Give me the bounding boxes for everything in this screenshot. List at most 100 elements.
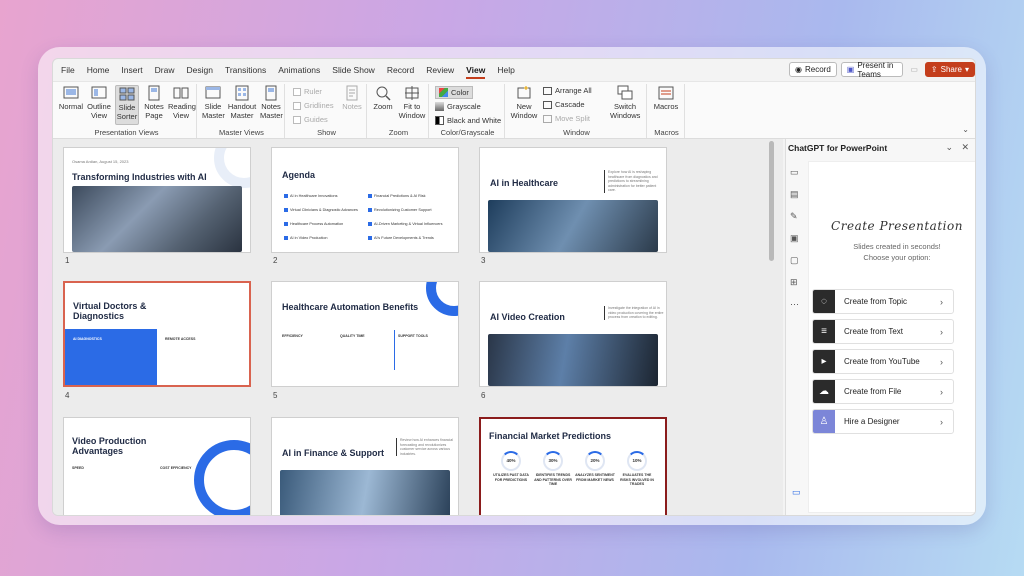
notes-page-button[interactable]: Notes Page <box>143 85 165 120</box>
slide-photo <box>72 186 242 252</box>
guides-checkbox[interactable]: Guides <box>293 115 328 124</box>
fit-to-window-label: Fit to Window <box>398 102 426 120</box>
slide-master-button[interactable]: Slide Master <box>201 85 225 120</box>
slide-thumbnail[interactable]: AI in Healthcare Explore how AI is resha… <box>479 147 667 253</box>
cascade-button[interactable]: Cascade <box>543 100 585 109</box>
slide-thumbnail[interactable]: Healthcare Automation Benefits EFFICIENC… <box>271 281 459 387</box>
slide-thumbnail[interactable]: AI in Finance & Support Review how AI en… <box>271 417 459 515</box>
normal-view-button[interactable]: Normal <box>59 85 83 111</box>
document-icon[interactable]: ▤ <box>790 189 800 199</box>
slide-label: REMOTE ACCESS <box>165 337 196 341</box>
group-master-views: Slide Master Handout Master Notes Master… <box>199 84 285 138</box>
pen-icon[interactable]: ✎ <box>790 211 800 221</box>
notes-master-button[interactable]: Notes Master <box>259 85 283 120</box>
macros-button[interactable]: Macros <box>651 85 681 111</box>
handout-master-button[interactable]: Handout Master <box>227 85 257 120</box>
new-window-label: New Window <box>510 102 538 120</box>
new-window-button[interactable]: New Window <box>509 85 539 120</box>
notes-page-label: Notes Page <box>144 102 164 120</box>
notes-page-icon <box>148 85 160 101</box>
vertical-scrollbar[interactable] <box>769 141 774 261</box>
present-in-teams-button[interactable]: ▣ Present in Teams <box>840 61 904 79</box>
share-button[interactable]: ⇪ Share ▾ <box>924 62 975 77</box>
slide-sorter-label: Slide Sorter <box>116 103 138 121</box>
gridlines-checkbox[interactable]: Gridlines <box>293 101 334 110</box>
stat-item: 30% IDENTIFIES TRENDS AND PATTERNS OVER … <box>533 451 573 487</box>
create-from-youtube-button[interactable]: ▸ Create from YouTube › <box>812 349 954 374</box>
create-presentation-heading: Create Presentation <box>831 219 963 233</box>
fit-to-window-button[interactable]: Fit to Window <box>397 85 427 120</box>
notes-master-icon <box>265 85 277 101</box>
slide-column-heading: EFFICIENCY <box>282 334 303 338</box>
share-label: Share <box>940 65 962 74</box>
switch-windows-icon <box>617 85 633 100</box>
move-split-label: Move Split <box>555 114 591 123</box>
menu-transitions[interactable]: Transitions <box>219 59 272 81</box>
image-icon[interactable]: ▣ <box>790 233 800 243</box>
arrange-all-button[interactable]: Arrange All <box>543 86 592 95</box>
slide-thumbnail[interactable]: AI Video Creation Investigate the integr… <box>479 281 667 387</box>
create-presentation-hero: Create Presentation Slides created in se… <box>822 219 972 263</box>
menu-help[interactable]: Help <box>491 59 520 81</box>
menu-record[interactable]: Record <box>381 59 420 81</box>
switch-windows-button[interactable]: Switch Windows <box>607 85 643 120</box>
menu-draw[interactable]: Draw <box>149 59 181 81</box>
panel-title: ChatGPT for PowerPoint <box>788 143 888 153</box>
notes-button[interactable]: Notes <box>341 85 363 111</box>
create-from-text-button[interactable]: ≡ Create from Text › <box>812 319 954 344</box>
menu-review[interactable]: Review <box>420 59 460 81</box>
reading-view-button[interactable]: Reading View <box>167 85 196 120</box>
agenda-item: AI's Future Developments & Trends <box>368 236 434 240</box>
option-label: Create from Text <box>844 327 903 336</box>
menu-slide-show[interactable]: Slide Show <box>326 59 381 81</box>
slide-number: 5 <box>273 391 278 400</box>
presentation-icon[interactable]: ▭ <box>790 167 800 177</box>
ruler-checkbox[interactable]: Ruler <box>293 87 322 96</box>
agenda-item: Healthcare Process Automation <box>284 222 343 226</box>
slide-thumbnail[interactable]: Osama Ardian, August 15, 2023 Transformi… <box>63 147 251 253</box>
menu-animations[interactable]: Animations <box>272 59 326 81</box>
normal-label: Normal <box>58 102 84 111</box>
feedback-icon[interactable]: ▭ <box>792 487 801 498</box>
grayscale-button[interactable]: Grayscale <box>435 102 481 111</box>
slide-thumbnail[interactable]: Agenda AI in Healthcare Innovations Virt… <box>271 147 459 253</box>
stat-label: EVALUATES THE RISKS INVOLVED IN TRADES <box>620 473 654 486</box>
collapse-ribbon-icon[interactable]: ⌄ <box>962 125 969 134</box>
agenda-item: Virtual Clinicians & Diagnostic Advances <box>284 208 358 212</box>
hire-designer-button[interactable]: ♙ Hire a Designer › <box>812 409 954 434</box>
panel-side-toolbar: ▭ ▤ ✎ ▣ ▢ ⊞ ⋯ <box>790 167 804 321</box>
add-image-icon[interactable]: ⊞ <box>790 277 800 287</box>
chevron-down-icon[interactable]: ⌄ <box>945 142 953 153</box>
menu-home[interactable]: Home <box>81 59 116 81</box>
outline-view-button[interactable]: Outline View <box>87 85 111 120</box>
menu-design[interactable]: Design <box>181 59 219 81</box>
record-button[interactable]: ◉ Record <box>789 62 837 77</box>
menu-view[interactable]: View <box>460 59 491 81</box>
cascade-icon <box>543 100 552 109</box>
agenda-item: AI-Driven Marketing & Virtual Influencer… <box>368 222 443 226</box>
create-from-topic-button[interactable]: ◌ Create from Topic › <box>812 289 954 314</box>
close-icon[interactable]: ✕ <box>961 142 969 153</box>
slide-title: Financial Market Predictions <box>489 431 612 441</box>
slide-sorter-button[interactable]: Slide Sorter <box>115 85 139 125</box>
slide-label: AI DIAGNOSTICS <box>73 337 102 341</box>
slide-thumbnail[interactable]: Financial Market Predictions 40% UTILIZE… <box>479 417 667 515</box>
slide-thumbnail[interactable]: Video Production Advantages SPEED COST E… <box>63 417 251 515</box>
teams-icon: ▣ <box>846 65 855 74</box>
color-button[interactable]: Color <box>435 86 473 99</box>
zoom-button[interactable]: Zoom <box>371 85 395 111</box>
stat-percent: 40% <box>501 451 521 471</box>
chevron-right-icon: › <box>940 356 943 367</box>
create-from-file-button[interactable]: ☁ Create from File › <box>812 379 954 404</box>
black-and-white-button[interactable]: Black and White <box>435 116 501 125</box>
macros-icon <box>658 86 674 100</box>
slide-thumbnail[interactable]: Virtual Doctors & Diagnostics AI DIAGNOS… <box>63 281 251 387</box>
menu-file[interactable]: File <box>55 59 81 81</box>
more-icon[interactable]: ⋯ <box>790 299 800 309</box>
slide-description: Investigate the integration of AI in vid… <box>604 306 664 320</box>
move-split-button[interactable]: Move Split <box>543 114 590 123</box>
menu-insert[interactable]: Insert <box>115 59 148 81</box>
bulb-icon: ◌ <box>813 290 835 313</box>
comment-icon[interactable]: ▭ <box>907 65 921 74</box>
note-icon[interactable]: ▢ <box>790 255 800 265</box>
